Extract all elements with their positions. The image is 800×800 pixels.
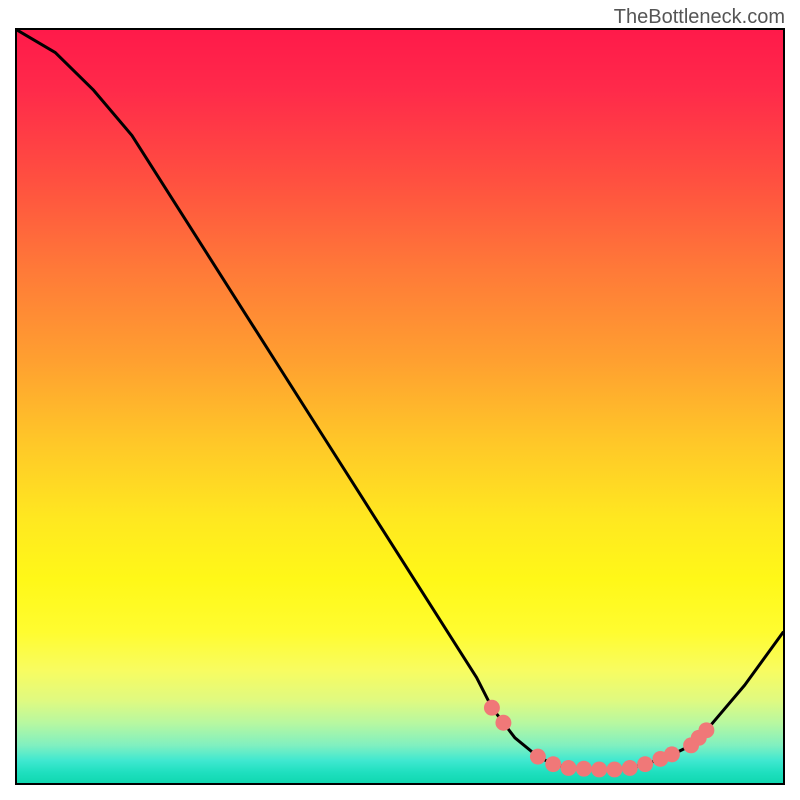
watermark-text: TheBottleneck.com (614, 6, 785, 29)
curve-line (17, 30, 783, 769)
plot-area (15, 28, 785, 785)
chart-svg (17, 30, 783, 783)
chart-container: TheBottleneck.com (0, 0, 800, 800)
marker-dots (484, 700, 714, 778)
